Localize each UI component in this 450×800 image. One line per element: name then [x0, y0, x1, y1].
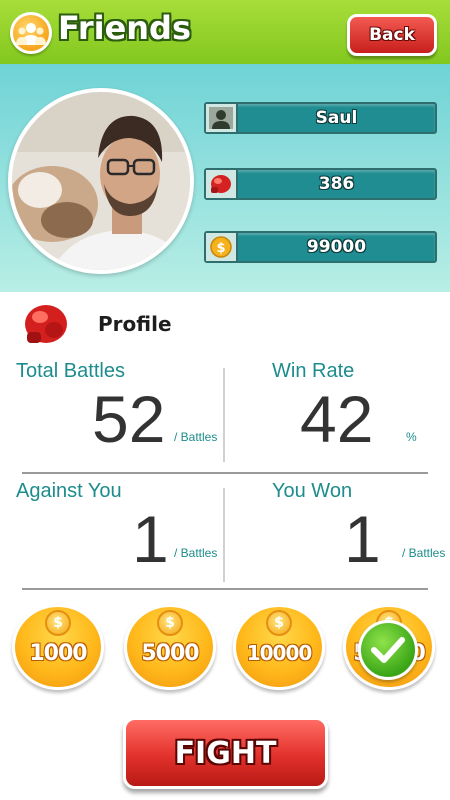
friend-name-bar: Saul	[204, 102, 437, 134]
boxing-glove-icon	[206, 170, 238, 198]
bet-amount: 1000	[29, 641, 87, 666]
stat-value: 52	[92, 382, 166, 456]
stat-unit: / Battles	[402, 546, 446, 560]
fight-button[interactable]: FIGHT	[123, 717, 328, 789]
stat-unit: %	[406, 430, 417, 444]
stat-value: 1	[344, 502, 381, 576]
stat-unit: / Battles	[174, 546, 218, 560]
user-silhouette-icon	[206, 104, 238, 132]
friend-coins-bar: $ 99000	[204, 231, 437, 263]
coin-icon: $	[157, 610, 183, 636]
stat-label: Total Battles	[16, 360, 125, 382]
coin-icon: $	[45, 610, 71, 636]
bet-amount: 5000	[141, 641, 199, 666]
stat-label: You Won	[272, 480, 353, 502]
stat-win-rate: Win Rate 42 %	[272, 360, 450, 470]
selected-check-icon	[358, 620, 418, 680]
horizontal-divider	[22, 472, 428, 474]
profile-label: Profile	[98, 312, 172, 336]
coin-icon: $	[266, 610, 292, 636]
horizontal-divider	[22, 588, 428, 590]
svg-text:$: $	[216, 241, 225, 256]
stat-against-you: Against You 1 / Battles	[16, 480, 221, 590]
friend-score: 386	[318, 174, 355, 194]
top-bar: Friends Back	[0, 0, 450, 64]
coin-icon: $	[206, 233, 238, 261]
bet-option-10000[interactable]: $ 10000	[233, 604, 325, 690]
friend-header: Saul 386 $ 99000	[0, 64, 450, 292]
bet-amount: 10000	[246, 641, 313, 665]
stat-value: 1	[132, 502, 169, 576]
stat-total-battles: Total Battles 52 / Battles	[16, 360, 221, 470]
profile-heading: Profile	[22, 302, 222, 346]
avatar	[8, 88, 194, 274]
stat-label: Win Rate	[272, 360, 355, 382]
bet-option-1000[interactable]: $ 1000	[12, 604, 104, 690]
friend-score-bar: 386	[204, 168, 437, 200]
stat-you-won: You Won 1 / Battles	[272, 480, 450, 590]
friends-icon	[10, 12, 52, 54]
friend-name: Saul	[315, 108, 358, 128]
page-title: Friends	[58, 9, 191, 47]
vertical-divider	[223, 488, 225, 582]
friend-coins: 99000	[306, 237, 367, 257]
back-button[interactable]: Back	[347, 14, 437, 56]
boxing-glove-icon	[25, 305, 67, 343]
vertical-divider	[223, 368, 225, 462]
stat-unit: / Battles	[174, 430, 218, 444]
stat-value: 42	[300, 382, 374, 456]
stat-label: Against You	[16, 480, 122, 502]
bet-option-5000[interactable]: $ 5000	[124, 604, 216, 690]
